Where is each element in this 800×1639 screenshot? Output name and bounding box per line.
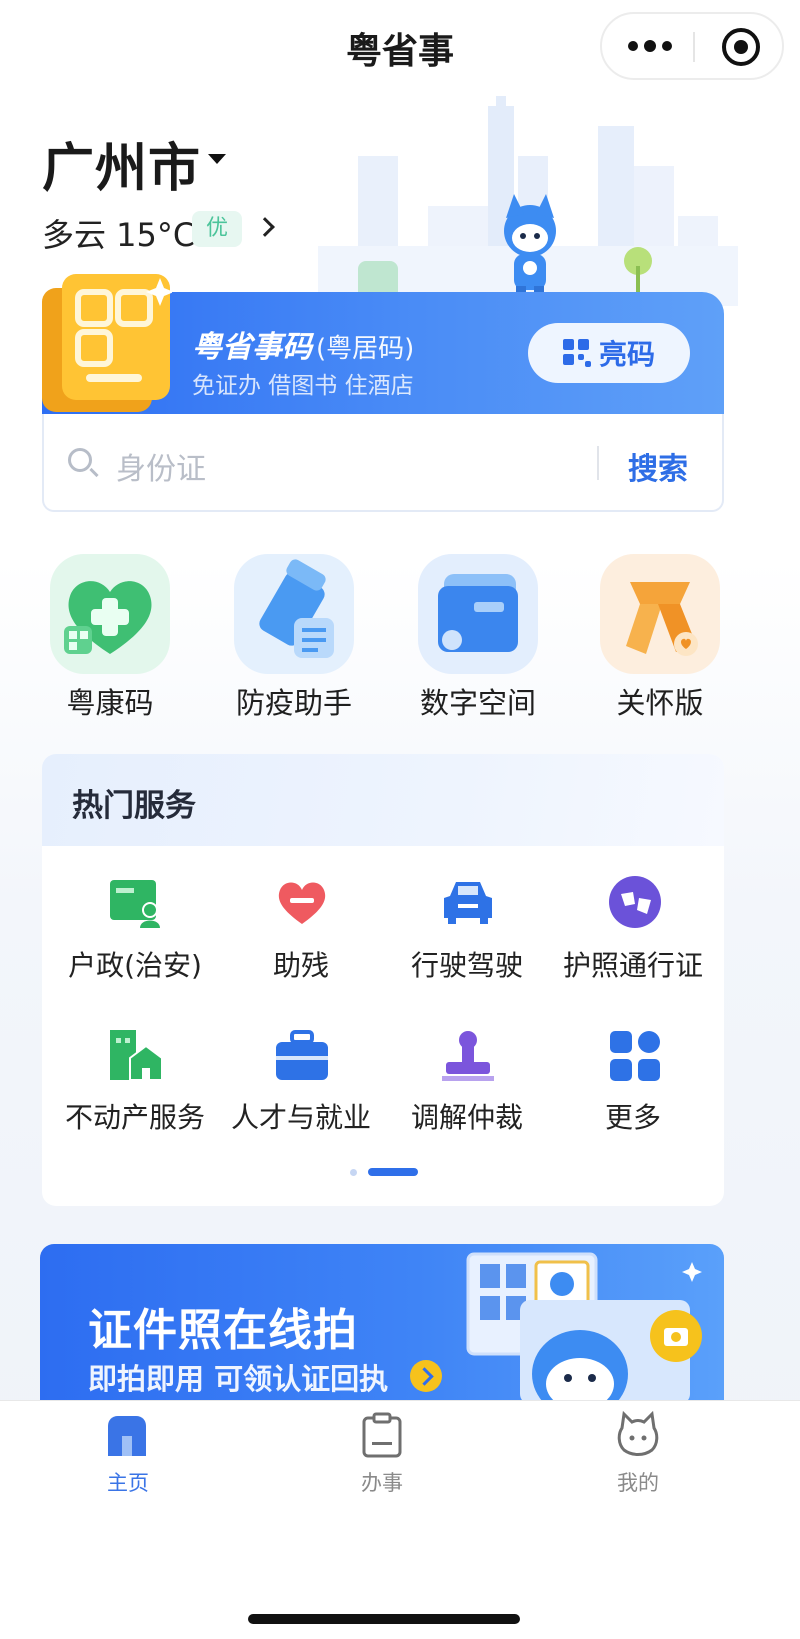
page-indicator-dot [350, 1169, 357, 1176]
quick-app-health-code[interactable] [46, 552, 174, 676]
more-dots-icon[interactable] [626, 34, 686, 58]
service-item-label[interactable]: 调解仲裁 [382, 1096, 552, 1136]
passport-globe-icon [609, 876, 661, 928]
tab-mine[interactable]: 我的 [578, 1467, 698, 1497]
weather-text[interactable]: 多云 15°C [42, 210, 195, 256]
service-item-label[interactable]: 护照通行证 [548, 944, 718, 984]
page-indicator-active [368, 1168, 418, 1176]
city-skyline-illustration [318, 96, 738, 306]
property-house-icon [110, 1030, 163, 1081]
service-item-label[interactable]: 不动产服务 [50, 1096, 220, 1136]
epidemic-helper-icon [234, 554, 354, 674]
briefcase-icon [276, 1030, 328, 1080]
search-icon [68, 448, 92, 472]
home-icon[interactable] [104, 1412, 150, 1458]
tab-home[interactable]: 主页 [68, 1467, 188, 1497]
home-indicator [248, 1614, 520, 1624]
household-card-icon [110, 880, 160, 928]
health-heart-icon [50, 554, 170, 674]
heart-icon [278, 882, 326, 924]
mini-program-capsule [600, 12, 784, 80]
show-code-button[interactable]: 亮码 [528, 323, 690, 383]
banner-title: 证件照在线拍 [88, 1305, 358, 1356]
quick-app-label: 关怀版 [616, 686, 704, 720]
code-card-subtitle: 免证办 借图书 住酒店 [192, 373, 414, 399]
service-item-label[interactable]: 助残 [216, 944, 386, 984]
grid-more-icon [610, 1031, 660, 1081]
chevron-right-icon[interactable] [255, 217, 275, 237]
stamp-icon [442, 1031, 494, 1081]
care-scarf-icon [600, 554, 720, 674]
caret-down-icon[interactable] [208, 154, 226, 164]
target-close-icon[interactable] [722, 28, 760, 66]
search-input[interactable]: 身份证 [116, 444, 206, 488]
code-card-title: 粤省事码 (粤居码) [192, 330, 415, 365]
capsule-divider [693, 32, 695, 62]
banner-subtitle: 即拍即用 可领认证回执 [88, 1362, 389, 1396]
tab-services[interactable]: 办事 [322, 1467, 442, 1497]
quick-app-digital-space[interactable] [414, 552, 542, 676]
quick-app-label: 粤康码 [66, 686, 154, 720]
service-item-label[interactable]: 更多 [548, 1096, 718, 1136]
qr-badge-icon [42, 274, 172, 412]
qr-code-icon [562, 339, 591, 367]
arrow-right-icon[interactable] [410, 1360, 442, 1392]
code-card-title-sub: (粤居码) [316, 334, 415, 364]
search-button[interactable]: 搜索 [628, 444, 688, 488]
aqi-badge: 优 [192, 211, 243, 247]
quick-app-label: 防疫助手 [235, 686, 352, 720]
quick-app-epidemic-helper[interactable] [230, 552, 358, 676]
car-icon [444, 882, 492, 924]
mascot-face-icon[interactable] [614, 1410, 662, 1458]
service-item-label[interactable]: 行驶驾驶 [382, 944, 552, 984]
quick-app-care-version[interactable] [596, 552, 724, 676]
hot-services-title: 热门服务 [72, 788, 196, 824]
digital-space-icon [418, 554, 538, 674]
clipboard-icon[interactable] [360, 1412, 404, 1458]
quick-app-label: 数字空间 [419, 686, 536, 720]
service-item-label[interactable]: 户政(治安) [50, 944, 220, 984]
search-divider [597, 446, 599, 480]
service-item-label[interactable]: 人才与就业 [216, 1096, 386, 1136]
show-code-label: 亮码 [598, 338, 655, 371]
city-selector[interactable]: 广州市 [42, 126, 201, 201]
